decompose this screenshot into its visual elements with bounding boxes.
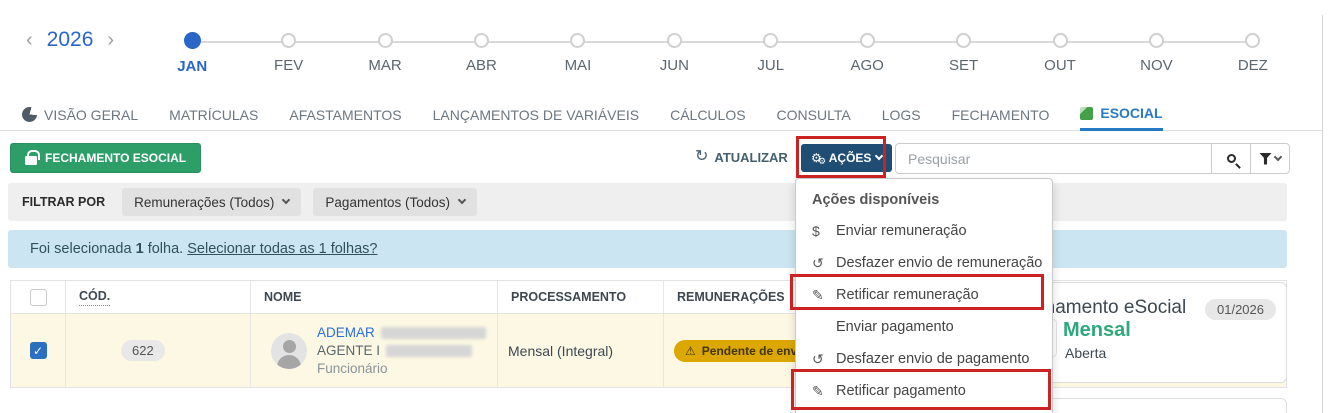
month-fev[interactable]: FEV	[240, 30, 336, 75]
prev-year-icon[interactable]: ‹	[26, 30, 33, 50]
selection-info-bar: Foi selecionada 1 folha. Selecionar toda…	[8, 230, 1287, 268]
processamento-value: Mensal (Integral)	[508, 342, 614, 359]
employee-name-link[interactable]: ADEMAR	[317, 325, 375, 340]
tab-bar: VISÃO GERAL MATRÍCULAS AFASTAMENTOS LANÇ…	[0, 99, 1322, 131]
tab-calculos[interactable]: CÁLCULOS	[670, 99, 745, 131]
filter-row: FILTRAR POR Remunerações (Todos) Pagamen…	[8, 183, 1287, 221]
filter-button[interactable]	[1250, 144, 1289, 173]
right-panel-divider	[1322, 15, 1323, 413]
next-year-icon[interactable]: ›	[107, 30, 114, 50]
acoes-dropdown-menu: Ações disponíveis $ Enviar remuneração ↺ D…	[795, 178, 1053, 413]
card-status: Aberta	[1065, 345, 1107, 361]
month-dot-icon[interactable]	[956, 33, 972, 48]
avatar	[271, 332, 307, 369]
month-dot-icon[interactable]	[183, 32, 201, 49]
search-input[interactable]	[896, 144, 1211, 173]
search-group	[895, 143, 1290, 174]
chevron-down-icon	[1273, 152, 1283, 161]
month-mai[interactable]: MAI	[530, 30, 626, 75]
tab-matriculas[interactable]: MATRÍCULAS	[169, 99, 258, 131]
month-timeline: JAN FEV MAR ABR MAI JUN JUL AGO SET OUT …	[144, 30, 1301, 75]
menu-item-desfazer-envio-remuneracao[interactable]: ↺ Desfazer envio de remuneração	[796, 247, 1052, 279]
chevron-down-icon	[457, 195, 467, 205]
month-mar[interactable]: MAR	[337, 30, 433, 75]
menu-item-enviar-pagamento[interactable]: Enviar pagamento	[796, 311, 1052, 343]
acoes-dropdown-button[interactable]: ⚙ ⚙ AÇÕES	[801, 144, 893, 172]
month-dot-icon[interactable]	[1052, 33, 1068, 48]
month-dot-icon[interactable]	[377, 33, 393, 48]
col-header-cod[interactable]: CÓD.	[66, 281, 251, 313]
month-dez[interactable]: DEZ	[1205, 30, 1301, 75]
col-header-nome: NOME	[251, 281, 498, 313]
month-dot-icon[interactable]	[859, 33, 875, 48]
menu-item-enviar-remuneracao[interactable]: $ Enviar remuneração	[796, 215, 1052, 247]
select-all-checkbox[interactable]	[29, 288, 47, 306]
filter-funnel-icon	[1259, 152, 1272, 165]
employee-role: AGENTE I	[317, 343, 381, 358]
month-jul[interactable]: JUL	[723, 30, 819, 75]
undo-icon: ↺	[812, 351, 824, 367]
month-dot-icon[interactable]	[666, 33, 682, 48]
selected-count: 1	[135, 241, 144, 257]
month-dot-icon[interactable]	[1245, 33, 1261, 48]
month-abr[interactable]: ABR	[433, 30, 529, 75]
month-set[interactable]: SET	[915, 30, 1011, 75]
menu-item-retificar-pagamento[interactable]: ✎ Retificar pagamento	[796, 375, 1052, 407]
month-jun[interactable]: JUN	[626, 30, 722, 75]
tab-fechamento[interactable]: FECHAMENTO	[952, 99, 1050, 131]
tab-lancamentos[interactable]: LANÇAMENTOS DE VARIÁVEIS	[433, 99, 639, 131]
search-button[interactable]	[1211, 144, 1250, 173]
chevron-down-icon	[875, 151, 884, 161]
month-jan[interactable]: JAN	[144, 30, 240, 75]
tab-esocial[interactable]: ESOCIAL	[1080, 99, 1163, 131]
redacted-text	[386, 345, 473, 358]
row-checkbox[interactable]: ✓	[29, 342, 47, 359]
pagamentos-filter-dropdown[interactable]: Pagamentos (Todos)	[313, 188, 477, 216]
pencil-icon: ✎	[812, 287, 824, 303]
month-nov[interactable]: NOV	[1108, 30, 1204, 75]
dollar-icon: $	[812, 223, 820, 239]
refresh-icon: ↻	[695, 148, 709, 165]
undo-icon: ↺	[812, 255, 824, 271]
tab-afastamentos[interactable]: AFASTAMENTOS	[289, 99, 401, 131]
menu-item-desfazer-envio-pagamento[interactable]: ↺ Desfazer envio de pagamento	[796, 343, 1052, 375]
month-ago[interactable]: AGO	[819, 30, 915, 75]
cod-badge: 622	[121, 340, 165, 361]
month-dot-icon[interactable]	[1148, 33, 1164, 48]
lock-icon	[25, 149, 40, 165]
gears-icon: ⚙ ⚙	[811, 151, 827, 166]
year-navigator: ‹ 2026 ›	[26, 28, 114, 52]
search-icon	[1226, 154, 1236, 163]
esocial-doc-icon	[1080, 106, 1094, 120]
tab-consulta[interactable]: CONSULTA	[777, 99, 851, 131]
redacted-text	[380, 327, 486, 340]
pencil-icon: ✎	[812, 383, 824, 399]
filter-label: FILTRAR POR	[22, 195, 106, 209]
col-header-processamento: PROCESSAMENTO	[498, 281, 664, 313]
year-label[interactable]: 2026	[47, 28, 94, 52]
warning-icon: ⚠	[685, 343, 696, 358]
tab-visao-geral[interactable]: VISÃO GERAL	[22, 99, 138, 131]
month-dot-icon[interactable]	[570, 33, 586, 48]
select-all-link[interactable]: Selecionar todas as 1 folhas?	[187, 241, 377, 257]
tab-logs[interactable]: LOGS	[882, 99, 921, 131]
pie-chart-icon	[22, 107, 37, 122]
fechamento-esocial-button[interactable]: FECHAMENTO ESOCIAL	[10, 143, 202, 173]
atualizar-button[interactable]: ↻ ATUALIZAR	[695, 149, 788, 165]
month-dot-icon[interactable]	[473, 33, 489, 48]
month-out[interactable]: OUT	[1012, 30, 1108, 75]
month-dot-icon[interactable]	[763, 33, 779, 48]
menu-header: Ações disponíveis	[812, 192, 940, 208]
remuneracoes-filter-dropdown[interactable]: Remunerações (Todos)	[122, 188, 302, 216]
menu-item-retificar-remuneracao[interactable]: ✎ Retificar remuneração	[796, 279, 1052, 311]
month-dot-icon[interactable]	[281, 33, 297, 48]
period-badge: 01/2026	[1205, 299, 1276, 320]
chevron-down-icon	[282, 195, 291, 205]
card-frequency: Mensal	[1063, 319, 1131, 341]
employee-kind: Funcionário	[317, 361, 388, 376]
